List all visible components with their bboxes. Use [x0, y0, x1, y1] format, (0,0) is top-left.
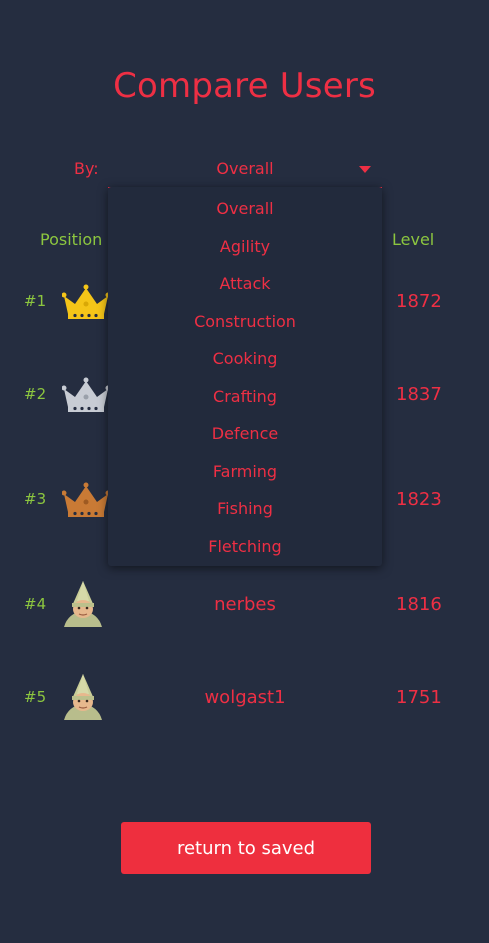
gold-crown-icon: [61, 284, 111, 324]
user-level: 1751: [396, 687, 442, 708]
dropdown-option-fishing[interactable]: Fishing: [108, 499, 382, 518]
dropdown-option-fletching[interactable]: Fletching: [108, 537, 382, 556]
user-level: 1823: [396, 489, 442, 510]
rank-number: #4: [24, 595, 47, 613]
rank-number: #5: [24, 688, 47, 706]
gnome-avatar-icon: [62, 579, 104, 633]
skill-dropdown-menu: Overall Agility Attack Construction Cook…: [108, 187, 382, 566]
dropdown-option-farming[interactable]: Farming: [108, 462, 382, 481]
rank-number: #2: [24, 385, 47, 403]
silver-crown-icon: [61, 377, 111, 417]
header-position: Position: [40, 230, 103, 249]
user-level: 1837: [396, 384, 442, 405]
rank-number: #3: [24, 490, 47, 508]
bronze-crown-icon: [61, 482, 111, 522]
caret-down-icon[interactable]: [359, 166, 371, 173]
dropdown-option-overall[interactable]: Overall: [108, 199, 382, 218]
dropdown-option-construction[interactable]: Construction: [108, 312, 382, 331]
dropdown-option-crafting[interactable]: Crafting: [108, 387, 382, 406]
filter-label: By:: [74, 159, 99, 178]
dropdown-option-attack[interactable]: Attack: [108, 274, 382, 293]
header-level: Level: [392, 230, 435, 249]
return-to-saved-button[interactable]: return to saved: [121, 822, 371, 874]
dropdown-option-cooking[interactable]: Cooking: [108, 349, 382, 368]
user-level: 1872: [396, 291, 442, 312]
username: nerbes: [214, 594, 276, 615]
dropdown-option-defence[interactable]: Defence: [108, 424, 382, 443]
table-row: #4 nerbes 1816: [0, 575, 489, 635]
skill-select-value: Overall: [216, 159, 274, 178]
table-row: #5 wolgast1 1751: [0, 668, 489, 728]
user-level: 1816: [396, 594, 442, 615]
rank-number: #1: [24, 292, 47, 310]
username: wolgast1: [204, 687, 286, 708]
gnome-avatar-icon: [62, 672, 104, 726]
dropdown-option-agility[interactable]: Agility: [108, 237, 382, 256]
skill-select[interactable]: Overall: [108, 151, 382, 188]
page-title: Compare Users: [113, 66, 376, 106]
